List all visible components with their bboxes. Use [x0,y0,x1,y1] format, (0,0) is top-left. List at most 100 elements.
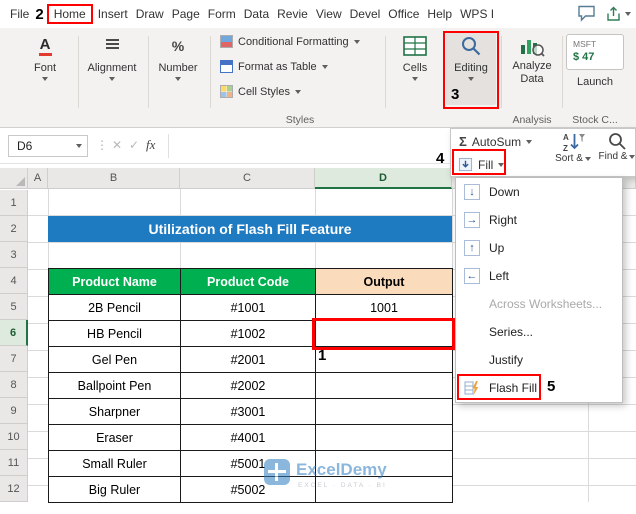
conditional-formatting-button[interactable]: Conditional Formatting [220,35,360,48]
font-button[interactable]: A Font [20,33,70,81]
menu-developer[interactable]: Devel [346,7,385,21]
launch-button[interactable]: Launch [566,76,624,88]
cell-d5[interactable]: 1001 [315,294,453,321]
cell-b9[interactable]: Sharpner [48,398,181,425]
fill-menu-flash-fill[interactable]: Flash Fill [456,374,622,402]
row-header-6[interactable]: 6 [0,320,28,346]
group-divider [385,36,386,108]
insert-function-button[interactable]: fx [146,137,155,153]
cell-d11[interactable] [315,450,453,477]
cell-c10[interactable]: #4001 [180,424,316,451]
cell-b11[interactable]: Small Ruler [48,450,181,477]
cell-b10[interactable]: Eraser [48,424,181,451]
table-header-product-name[interactable]: Product Name [48,268,181,295]
cell-b6[interactable]: HB Pencil [48,320,181,347]
analyze-data-label-2: Data [520,73,544,85]
column-header-d[interactable]: D [315,168,452,189]
menu-bar: File 2 Home Insert Draw Page Form Data R… [0,0,636,28]
row-header-7[interactable]: 7 [0,346,28,372]
number-button[interactable]: % Number [152,33,204,81]
row-header-4[interactable]: 4 [0,268,28,294]
cell-c12[interactable]: #5002 [180,476,316,503]
cancel-icon[interactable]: ✕ [112,138,122,152]
fill-icon [458,157,473,172]
row-header-2[interactable]: 2 [0,216,28,242]
find-select-button[interactable]: Find & [595,131,636,162]
fill-menu-right-label: Right [489,213,518,227]
cell-c9[interactable]: #3001 [180,398,316,425]
ribbon: A Font Alignment % Number Conditional Fo… [0,28,636,128]
comment-icon[interactable] [577,5,596,22]
row-header-11[interactable]: 11 [0,450,28,476]
column-header-b[interactable]: B [48,168,180,189]
table-header-output[interactable]: Output [315,268,453,295]
cell-c11[interactable]: #5001 [180,450,316,477]
sort-filter-button[interactable]: AZ Sort & [551,131,595,164]
cell-c6[interactable]: #1002 [180,320,316,347]
column-header-a[interactable]: A [28,168,48,189]
divider [168,134,169,158]
cell-d10[interactable] [315,424,453,451]
annotation-step-1: 1 [318,347,327,364]
menu-data[interactable]: Data [240,7,273,21]
share-button[interactable] [605,6,631,22]
cell-b7[interactable]: Gel Pen [48,346,181,373]
column-header-c[interactable]: C [180,168,315,189]
cell-d7[interactable] [315,346,453,373]
alignment-button[interactable]: Alignment [84,33,140,81]
cell-b12[interactable]: Big Ruler [48,476,181,503]
menu-review[interactable]: Revie [273,7,312,21]
cell-b8[interactable]: Ballpoint Pen [48,372,181,399]
menu-home[interactable]: Home [46,4,93,24]
cell-c8[interactable]: #2002 [180,372,316,399]
fill-menu-down[interactable]: ↓ Down [456,178,622,206]
menu-help[interactable]: Help [423,7,456,21]
format-as-table-button[interactable]: Format as Table [220,60,328,73]
analyze-data-button[interactable]: Analyze Data [504,33,560,85]
fill-button[interactable]: Fill [458,157,505,172]
name-box-dropdown-icon[interactable] [76,144,82,148]
group-divider [210,36,211,108]
row-header-9[interactable]: 9 [0,398,28,424]
styles-group-label: Styles [285,114,315,126]
row-header-5[interactable]: 5 [0,294,28,320]
cell-d6[interactable] [315,320,453,347]
stock-quote-card[interactable]: MSFT $ 47 [566,34,624,70]
cell-d8[interactable] [315,372,453,399]
row-header-10[interactable]: 10 [0,424,28,450]
chevron-down-icon [526,139,533,144]
menu-office[interactable]: Office [384,7,423,21]
cell-d12[interactable] [315,476,453,503]
menu-draw[interactable]: Draw [132,7,168,21]
name-box[interactable]: D6 [8,135,88,157]
autosum-button[interactable]: Σ AutoSum [459,134,533,149]
cell-c7[interactable]: #2001 [180,346,316,373]
menu-file[interactable]: File [6,7,33,21]
menu-wps[interactable]: WPS I [456,7,498,21]
select-all-corner[interactable] [0,168,28,189]
fill-menu-right[interactable]: → Right [456,206,622,234]
cell-c5[interactable]: #1001 [180,294,316,321]
fill-menu-up[interactable]: ↑ Up [456,234,622,262]
title-banner[interactable]: Utilization of Flash Fill Feature [48,216,452,242]
cell-d9[interactable] [315,398,453,425]
menu-view[interactable]: View [312,7,346,21]
row-header-8[interactable]: 8 [0,372,28,398]
fill-menu-justify[interactable]: Justify [456,346,622,374]
fill-menu-left[interactable]: ← Left [456,262,622,290]
cell-styles-button[interactable]: Cell Styles [220,85,301,98]
cell-b5[interactable]: 2B Pencil [48,294,181,321]
row-header-1[interactable]: 1 [0,190,28,216]
table-header-product-code[interactable]: Product Code [180,268,316,295]
font-icon: A [38,37,52,56]
row-header-3[interactable]: 3 [0,242,28,268]
cells-button[interactable]: Cells [390,33,440,81]
enter-icon[interactable]: ✓ [129,138,139,152]
fill-menu-series[interactable]: Series... [456,318,622,346]
fill-menu-justify-label: Justify [489,353,524,367]
menu-insert[interactable]: Insert [94,7,132,21]
arrow-up-icon: ↑ [464,240,480,256]
menu-formulas[interactable]: Form [204,7,240,21]
menu-page[interactable]: Page [168,7,204,21]
row-header-12[interactable]: 12 [0,476,28,502]
